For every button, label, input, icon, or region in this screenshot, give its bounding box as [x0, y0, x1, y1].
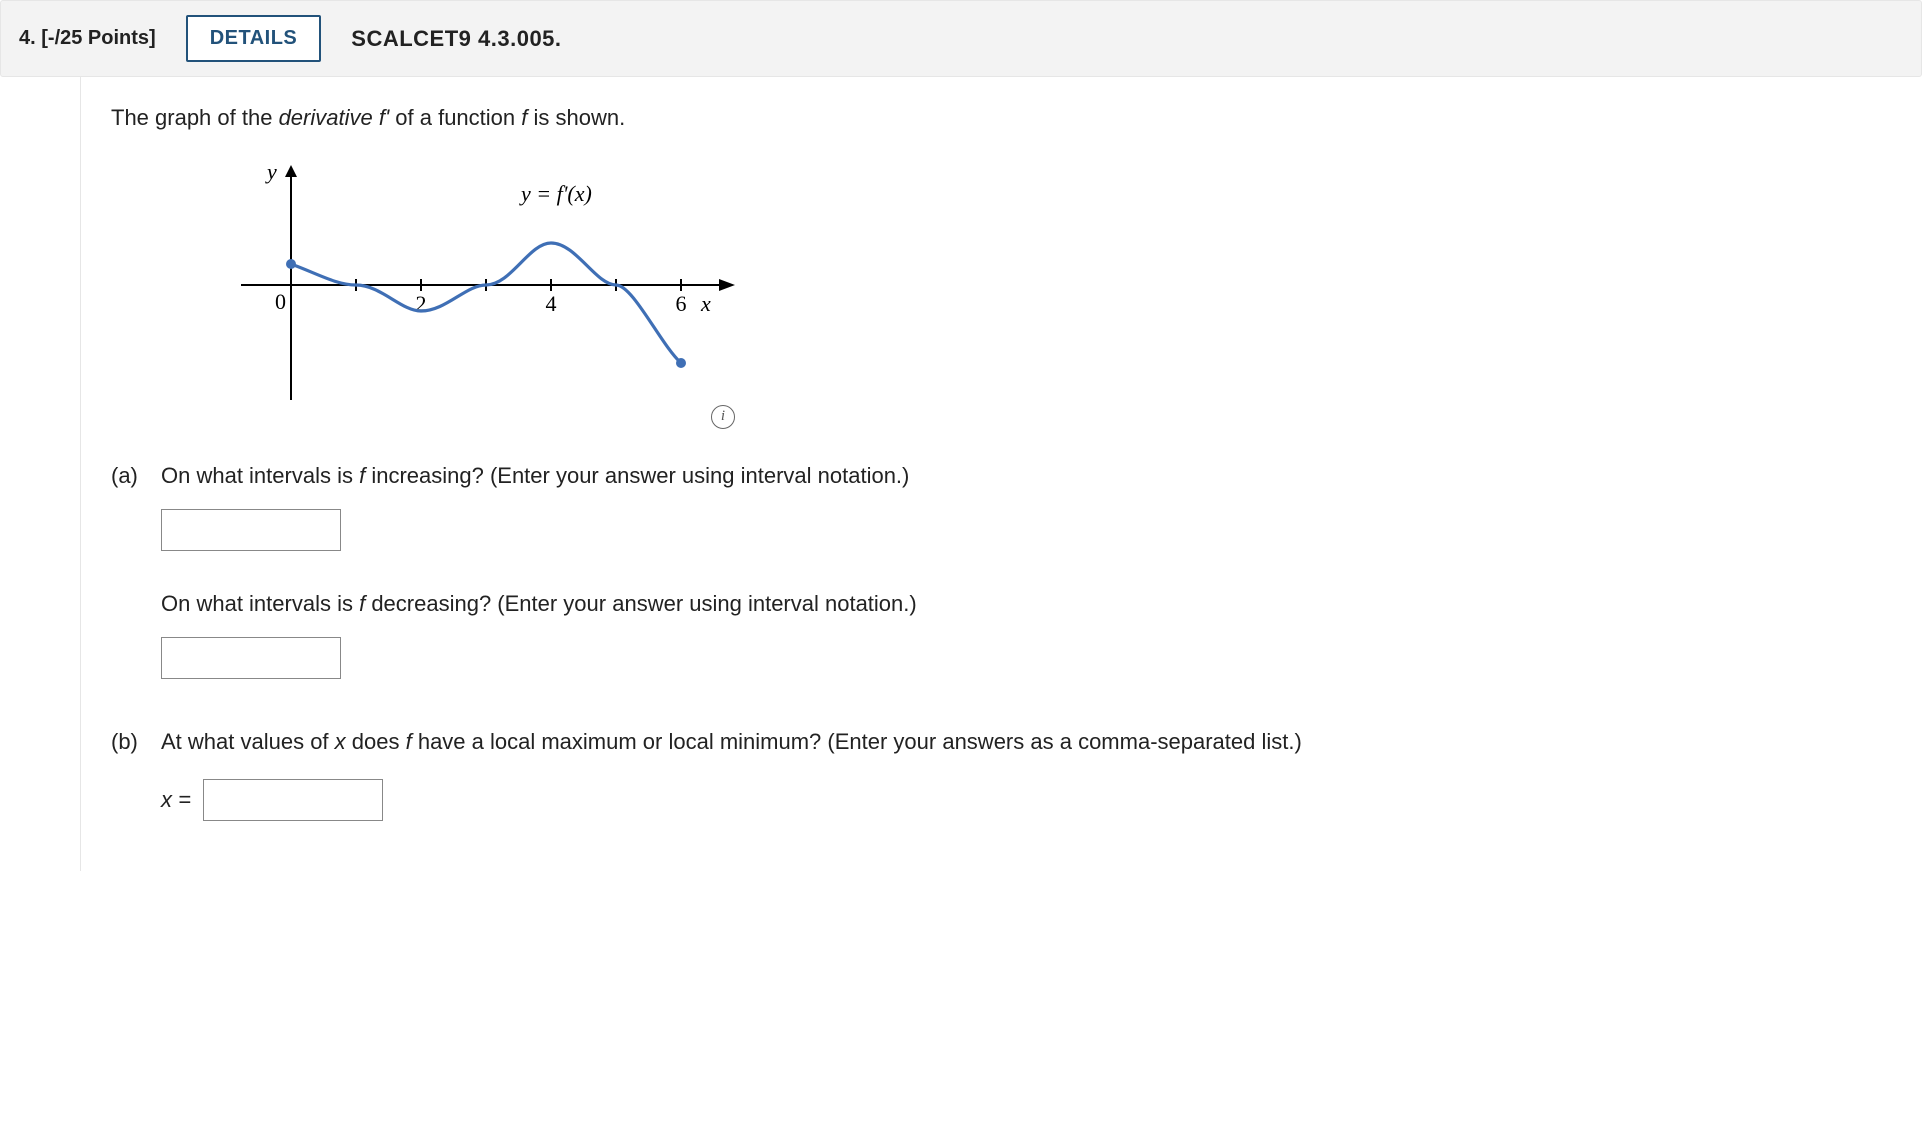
part-a-answer-1-input[interactable]	[161, 509, 341, 551]
question-intro: The graph of the derivative f' of a func…	[111, 105, 1892, 131]
info-icon[interactable]: i	[711, 405, 735, 429]
curve-fprime	[291, 243, 681, 363]
question-number: 4. [-/25 Points]	[19, 27, 156, 50]
curve-label: y = f'(x)	[519, 181, 592, 206]
details-button[interactable]: DETAILS	[186, 15, 322, 62]
part-a-question-2: On what intervals is f decreasing? (Ente…	[161, 591, 1892, 617]
part-a-question-1: On what intervals is f increasing? (Ente…	[161, 463, 1892, 489]
origin-label: 0	[275, 289, 286, 314]
part-b-answer-input[interactable]	[203, 779, 383, 821]
part-a: (a) On what intervals is f increasing? (…	[111, 463, 1892, 679]
question-header: 4. [-/25 Points] DETAILS SCALCET9 4.3.00…	[0, 0, 1922, 77]
curve-end-point	[676, 358, 686, 368]
x-axis-label: x	[700, 291, 711, 316]
x-equals-label: x =	[161, 787, 191, 813]
question-body: The graph of the derivative f' of a func…	[80, 77, 1922, 871]
x-tick-6: 6	[676, 291, 687, 316]
derivative-graph: 2 4 6 0 y x y = f'(x)	[231, 155, 751, 415]
curve-start-point	[286, 259, 296, 269]
source-reference: SCALCET9 4.3.005.	[351, 26, 561, 52]
part-b-label: (b)	[111, 729, 161, 755]
part-a-label: (a)	[111, 463, 161, 489]
graph-container: 2 4 6 0 y x y = f'(x)	[111, 145, 1892, 425]
part-a-answer-2-input[interactable]	[161, 637, 341, 679]
x-tick-4: 4	[546, 291, 557, 316]
part-b: (b) At what values of x does f have a lo…	[111, 729, 1892, 821]
part-b-question: At what values of x does f have a local …	[161, 729, 1892, 755]
y-axis-label: y	[265, 159, 277, 184]
